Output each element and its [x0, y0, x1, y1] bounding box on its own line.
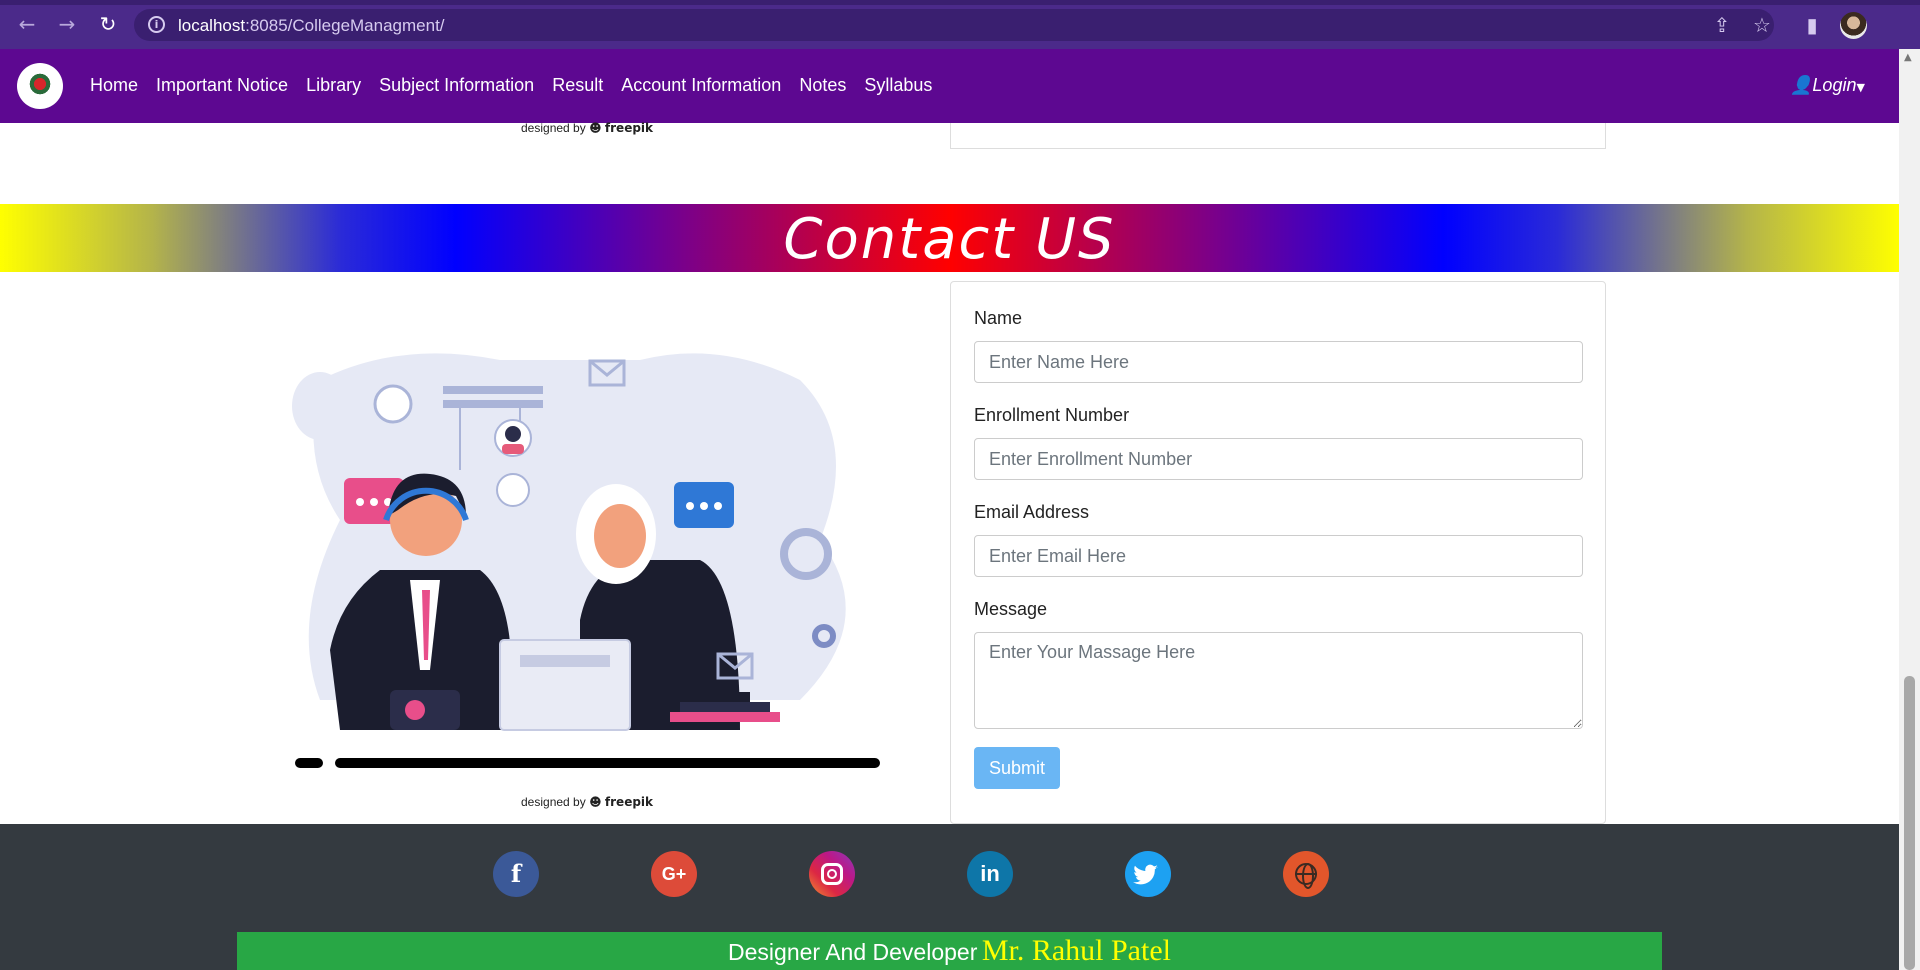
- college-logo[interactable]: [17, 63, 63, 109]
- name-input[interactable]: [974, 341, 1583, 383]
- nav-menu: Home Important Notice Library Subject In…: [90, 75, 932, 96]
- forward-icon[interactable]: →: [55, 12, 79, 36]
- illustration-credit: designed by ☻ freepik: [521, 795, 653, 809]
- nav-notes[interactable]: Notes: [799, 75, 846, 96]
- site-navbar: Home Important Notice Library Subject In…: [0, 49, 1899, 123]
- message-textarea[interactable]: [974, 632, 1583, 729]
- site-footer: f G+ in Designer And Developer Mr. Rahul…: [0, 824, 1899, 970]
- facebook-icon[interactable]: f: [493, 851, 539, 897]
- credit-brand: freepik: [604, 795, 654, 809]
- url-host: localhost: [178, 16, 246, 35]
- credit-lead: Designer And Developer: [728, 939, 978, 965]
- credit-prefix: designed by: [521, 795, 586, 809]
- scroll-up-icon[interactable]: ▲: [1904, 52, 1912, 63]
- address-bar[interactable]: i localhost:8085/CollegeManagment/: [134, 9, 1774, 41]
- credit-prefix: designed by: [521, 121, 586, 135]
- submit-button[interactable]: Submit: [974, 747, 1060, 789]
- linkedin-icon[interactable]: in: [967, 851, 1013, 897]
- reload-icon[interactable]: ↻: [96, 12, 120, 36]
- developer-name: Mr. Rahul Patel: [981, 934, 1171, 967]
- enrollment-input[interactable]: [974, 438, 1583, 480]
- scroll-thumb[interactable]: [1904, 676, 1915, 970]
- caret-down-icon: ▼: [1856, 81, 1865, 94]
- nav-important-notice[interactable]: Important Notice: [156, 75, 288, 96]
- nav-result[interactable]: Result: [552, 75, 603, 96]
- tab-strip-edge: [0, 0, 1920, 5]
- nav-account-information[interactable]: Account Information: [621, 75, 781, 96]
- bookmark-star-icon[interactable]: ☆: [1750, 13, 1774, 37]
- message-label: Message: [974, 599, 1048, 619]
- instagram-glyph: [821, 863, 843, 885]
- nav-subject-information[interactable]: Subject Information: [379, 75, 534, 96]
- globe-icon[interactable]: [1283, 851, 1329, 897]
- login-dropdown[interactable]: 👤Login▼: [1790, 75, 1865, 96]
- nav-home[interactable]: Home: [90, 75, 138, 96]
- prev-section-card: [950, 123, 1606, 149]
- site-info-icon[interactable]: i: [148, 16, 165, 33]
- name-label: Name: [974, 308, 1023, 328]
- back-icon[interactable]: ←: [15, 12, 39, 36]
- instagram-icon[interactable]: [809, 851, 855, 897]
- prev-illustration-credit: designed by ☻ freepik: [521, 121, 653, 135]
- browser-chrome: ← → ↻ i localhost:8085/CollegeManagment/…: [0, 0, 1920, 49]
- enrollment-label: Enrollment Number: [974, 405, 1130, 425]
- email-input[interactable]: [974, 535, 1583, 577]
- twitter-bird: [1133, 864, 1158, 885]
- google-plus-icon[interactable]: G+: [651, 851, 697, 897]
- globe-glyph: [1295, 863, 1317, 889]
- page-scrollbar[interactable]: ▲: [1899, 49, 1920, 970]
- contact-banner: Contact US: [0, 204, 1899, 272]
- freepik-logo: ☻: [589, 795, 602, 809]
- share-icon[interactable]: ⇪: [1710, 13, 1734, 37]
- contact-form-card: Name Enrollment Number Email Address Mes…: [950, 281, 1606, 824]
- user-icon: 👤: [1790, 75, 1813, 95]
- url-text[interactable]: localhost:8085/CollegeManagment/: [178, 16, 445, 36]
- call-center-illustration: [292, 353, 880, 768]
- login-label: Login: [1812, 75, 1857, 95]
- contact-heading: Contact US: [783, 207, 1116, 272]
- url-path: :8085/CollegeManagment/: [245, 16, 445, 35]
- credit-brand: freepik: [604, 121, 654, 135]
- twitter-icon[interactable]: [1125, 851, 1171, 897]
- freepik-logo: ☻: [589, 121, 602, 135]
- profile-avatar[interactable]: [1840, 12, 1867, 39]
- email-label: Email Address: [974, 502, 1090, 522]
- nav-library[interactable]: Library: [306, 75, 361, 96]
- developer-credit-bar: Designer And Developer Mr. Rahul Patel: [237, 932, 1662, 970]
- side-panel-icon[interactable]: ▮: [1800, 13, 1824, 37]
- nav-syllabus[interactable]: Syllabus: [864, 75, 932, 96]
